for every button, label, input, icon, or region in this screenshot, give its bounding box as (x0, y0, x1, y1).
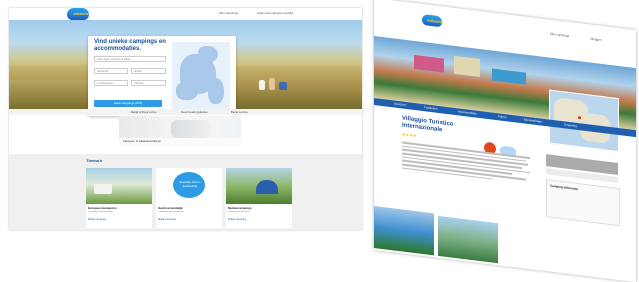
search-card: Vind unieke campings en accommodaties. L… (88, 36, 236, 116)
nav-link-my-campings[interactable]: Mijn campings (219, 11, 238, 15)
theme-card-title: Gezinsvriendelijk (158, 206, 183, 210)
theme-card-sub: Campings in de natuur (228, 211, 251, 213)
departure-input[interactable]: Vertrek (131, 68, 166, 74)
search-button[interactable]: Zoek campings (873) (94, 100, 162, 107)
theme-card-link[interactable]: Bekijk campings (228, 218, 246, 221)
promo-badge: Speciale zomer-aanbieding (179, 180, 201, 188)
info-box: Camping informatie (546, 179, 620, 227)
arrival-input[interactable]: Aankomst (94, 68, 128, 74)
promo-banner[interactable]: Kampeer- & vakantieverblijven (119, 116, 241, 146)
theme-card-sub: Campings in heel Europa (88, 211, 113, 213)
guests-select[interactable]: 2 volwassenen (94, 80, 128, 86)
usp-no-fees: Geen boekingskosten (181, 110, 209, 114)
right-screenshot: vakantie Mijn campings Inloggen Overzich… (374, 0, 636, 282)
theme-card[interactable]: Speciale zomer-aanbieding Gezinsvriendel… (156, 168, 222, 228)
grass-foreground (9, 80, 99, 109)
theme-card[interactable]: Natuurcampings Campings in de natuur Bek… (226, 168, 292, 228)
gallery-image[interactable] (438, 215, 498, 264)
europe-map[interactable] (172, 42, 230, 112)
theme-card-link[interactable]: Bekijk campings (158, 218, 176, 221)
theme-card-title: Europees kamperen (88, 206, 117, 210)
theme-card-sub: Campings met speeltuinen (158, 211, 184, 213)
theme-card-title: Natuurcampings (228, 206, 252, 210)
hero-heading: Vind unieke campings en accommodaties. (94, 39, 166, 52)
gallery-image[interactable] (374, 206, 434, 256)
themes-title: Thema's (86, 158, 103, 163)
site-logo[interactable]: vakantie (67, 8, 89, 20)
usp-book-online: Bekijk & Boek online (131, 110, 157, 114)
map-pin-icon (578, 116, 581, 120)
destination-input[interactable]: Land, regio, camping of plaats (94, 56, 166, 62)
info-box-title: Camping informatie (550, 183, 579, 192)
usp-service: Beste service (231, 110, 248, 114)
hero-image: Vind unieke campings en accommodaties. L… (9, 20, 362, 116)
nav-link-search[interactable]: Zoek naar kampeer-verblijf (257, 11, 293, 15)
left-screenshot: vakantie Mijn campings Zoek naar kampeer… (9, 8, 362, 230)
accommodation-select[interactable]: Caravan (131, 80, 166, 86)
theme-card[interactable]: Europees kamperen Campings in heel Europ… (86, 168, 152, 228)
banner-title: Kampeer- & vakantieverblijven (123, 139, 161, 143)
top-bar (9, 8, 362, 20)
theme-card-link[interactable]: Bekijk campings (88, 218, 106, 221)
family-on-dunes (249, 76, 299, 96)
star-rating: ★★★★ (402, 131, 417, 139)
